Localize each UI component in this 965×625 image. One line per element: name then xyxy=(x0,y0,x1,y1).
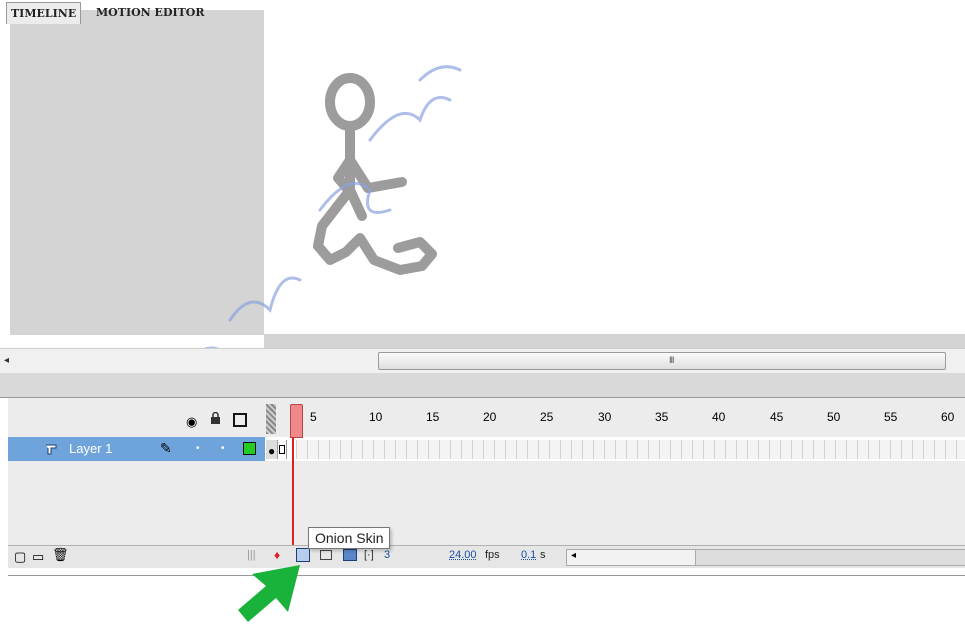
new-folder-icon[interactable]: ▭ xyxy=(32,549,44,565)
outline-color-swatch[interactable] xyxy=(243,442,256,455)
elapsed-time[interactable]: 0.1 xyxy=(521,549,536,561)
layer-name[interactable]: Layer 1 xyxy=(69,441,112,456)
eye-icon[interactable]: ◉ xyxy=(186,414,197,430)
lock-dot[interactable]: • xyxy=(221,443,225,454)
outline-icon[interactable] xyxy=(233,413,247,427)
scrollbar-grip: III xyxy=(669,355,674,365)
layers-panel xyxy=(8,398,266,566)
frame-rate[interactable]: 24.00 xyxy=(449,549,477,561)
frame-cells[interactable] xyxy=(296,440,965,459)
ruler-tick: 15 xyxy=(426,410,439,424)
scroll-left-arrow-icon[interactable]: ◂ xyxy=(4,355,9,366)
ruler-tick: 45 xyxy=(770,410,783,424)
panel-bottom-border xyxy=(8,575,965,576)
ruler-tick: 30 xyxy=(598,410,611,424)
layer-row[interactable]: Layer 1 ✎ • • xyxy=(8,437,265,461)
ruler-tick: 10 xyxy=(369,410,382,424)
scrollbar-thumb[interactable]: III xyxy=(378,352,946,370)
scroll-left-arrow-icon[interactable]: ◂ xyxy=(571,550,576,561)
frames-scroll-thumb[interactable] xyxy=(695,550,965,565)
panel-tab-bar xyxy=(0,373,965,398)
ruler-tick: 35 xyxy=(655,410,668,424)
ruler-tick: 40 xyxy=(712,410,725,424)
visibility-dot[interactable]: • xyxy=(196,443,200,454)
tooltip: Onion Skin xyxy=(308,527,390,549)
layer-icon xyxy=(44,442,56,454)
frames-horizontal-scrollbar[interactable]: ◂ xyxy=(566,549,965,566)
stage-horizontal-scrollbar[interactable]: ◂ III xyxy=(0,348,965,373)
keyframe-end-marker xyxy=(279,445,285,454)
playhead[interactable] xyxy=(290,404,303,438)
edit-multiple-icon[interactable] xyxy=(343,549,357,561)
current-frame[interactable]: 3 xyxy=(384,549,390,561)
lock-icon[interactable] xyxy=(210,412,221,423)
onion-skin-start-marker[interactable] xyxy=(266,404,276,434)
elapsed-time-unit: s xyxy=(540,549,546,561)
tab-motion-editor[interactable]: MOTION EDITOR xyxy=(92,2,209,23)
ruler-tick: 20 xyxy=(483,410,496,424)
trash-icon[interactable]: 🗑 xyxy=(52,547,69,563)
ruler-tick: 25 xyxy=(540,410,553,424)
keyframe[interactable]: ● xyxy=(266,440,278,459)
frame-rate-unit: fps xyxy=(485,549,500,561)
keyframe[interactable] xyxy=(278,440,287,459)
modify-markers-icon[interactable]: [·] xyxy=(364,549,374,561)
ruler-tick: 5 xyxy=(310,410,317,424)
onion-outline-icon[interactable] xyxy=(320,550,332,560)
ruler-tick: 50 xyxy=(827,410,840,424)
keyframe-dot: ● xyxy=(268,444,275,458)
tab-timeline[interactable]: TIMELINE xyxy=(6,2,81,24)
pencil-icon: ✎ xyxy=(160,440,172,457)
ruler-tick: 55 xyxy=(884,410,897,424)
green-arrow-icon xyxy=(230,560,310,625)
new-layer-icon[interactable]: ▢ xyxy=(14,549,26,565)
ruler-tick: 60 xyxy=(941,410,954,424)
